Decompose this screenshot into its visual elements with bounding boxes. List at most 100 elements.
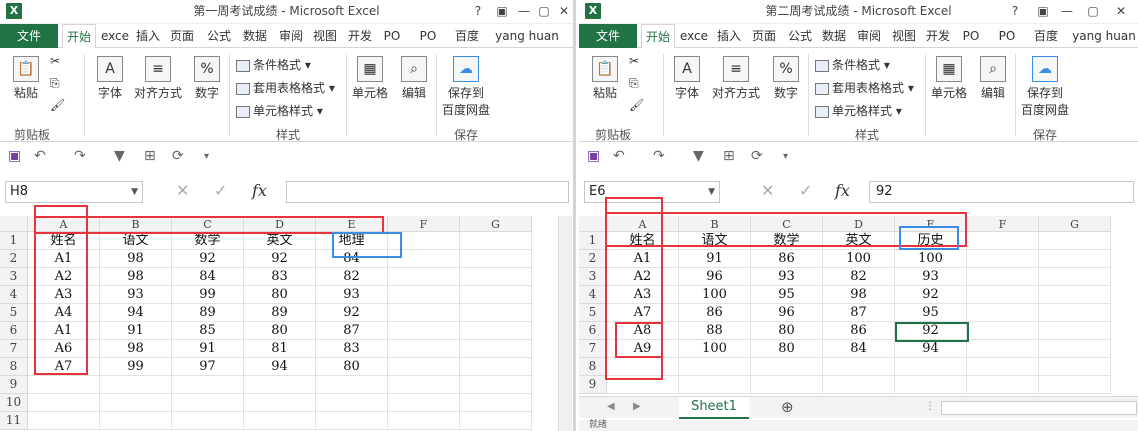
table-cell[interactable] [388,322,460,340]
conditional-format-button[interactable]: 条件格式 ▾ [236,56,311,73]
table-cell[interactable] [1039,232,1111,250]
save-icon[interactable]: ▣ [587,148,600,164]
row-header[interactable]: 6 [0,322,28,340]
table-cell[interactable] [388,376,460,394]
prev-sheet-icon[interactable]: ◀ [607,401,615,412]
table-cell[interactable] [895,358,967,376]
table-cell[interactable]: 83 [316,340,388,358]
table-cell[interactable]: 88 [679,322,751,340]
table-cell[interactable]: 100 [823,250,895,268]
row-header[interactable]: 2 [0,250,28,268]
cells-button[interactable]: ▦ 单元格 [350,56,390,101]
cancel-icon[interactable]: ✕ [176,181,189,203]
table-cell[interactable]: 93 [100,286,172,304]
cut-icon[interactable]: ✂ [50,54,60,68]
tab-data[interactable]: 数据 [819,24,849,48]
table-cell[interactable] [388,412,460,430]
minimize-button[interactable]: — [1055,0,1079,24]
table-cell[interactable]: 91 [172,340,244,358]
table-cell[interactable]: 98 [100,250,172,268]
table-cell[interactable]: 82 [823,268,895,286]
formula-input[interactable]: 92 [869,181,1134,203]
table-cell[interactable]: 86 [823,322,895,340]
table-cell[interactable] [316,412,388,430]
table-format-button[interactable]: 套用表格格式 ▾ [815,79,914,96]
table-cell[interactable]: 95 [895,304,967,322]
format-painter-icon[interactable]: 🖌 [50,98,65,112]
tab-file[interactable]: 文件 [0,24,58,48]
tab-developer[interactable]: 开发 [923,24,953,48]
ribbon-display-button[interactable]: ▣ [490,0,514,24]
table-cell[interactable]: 83 [244,268,316,286]
paste-button[interactable]: 📋 粘贴 [6,56,46,101]
row-header[interactable]: 2 [579,250,607,268]
row-header[interactable]: 3 [579,268,607,286]
table-cell[interactable]: 98 [823,286,895,304]
tab-review[interactable]: 审阅 [854,24,884,48]
table-cell[interactable] [244,376,316,394]
table-cell[interactable]: 92 [316,304,388,322]
redo-icon[interactable]: ↷ [74,148,86,164]
function-icon[interactable]: fx [835,181,850,203]
row-header[interactable]: 5 [0,304,28,322]
maximize-button[interactable]: ▢ [1081,0,1105,24]
table-cell[interactable]: 98 [100,340,172,358]
tab-review[interactable]: 审阅 [276,24,306,48]
table-cell[interactable] [1039,376,1111,394]
tab-po-1[interactable]: PO [380,24,404,48]
table-cell[interactable]: 96 [751,304,823,322]
row-header[interactable]: 4 [579,286,607,304]
table-cell[interactable] [751,358,823,376]
table-cell[interactable]: 93 [751,268,823,286]
tab-baidu[interactable]: 百度 [1031,24,1061,48]
table-cell[interactable] [460,412,532,430]
table-cell[interactable] [460,376,532,394]
confirm-icon[interactable]: ✓ [214,181,227,203]
tab-po-2[interactable]: PO [995,24,1019,48]
table-cell[interactable]: 86 [679,304,751,322]
row-header[interactable]: 6 [579,322,607,340]
table-cell[interactable] [967,340,1039,358]
table-cell[interactable]: 英文 [244,232,316,250]
table-cell[interactable]: 81 [244,340,316,358]
save-to-baidu-button[interactable]: ☁ 保存到 百度网盘 [1019,56,1071,118]
copy-icon[interactable]: ⎘ [629,76,639,91]
redo-icon[interactable]: ↷ [653,148,665,164]
pivot-icon[interactable]: ⊞ [723,148,735,164]
row-header[interactable]: 4 [0,286,28,304]
formula-input[interactable] [286,181,569,203]
cell-style-button[interactable]: 单元格样式 ▾ [815,102,902,119]
tab-formulas[interactable]: 公式 [204,24,234,48]
table-cell[interactable]: 94 [244,358,316,376]
table-cell[interactable] [1039,268,1111,286]
table-format-button[interactable]: 套用表格格式 ▾ [236,79,335,96]
table-cell[interactable]: 89 [244,304,316,322]
pivot-icon[interactable]: ⊞ [144,148,156,164]
table-cell[interactable]: 92 [244,250,316,268]
table-cell[interactable]: 94 [100,304,172,322]
alignment-button[interactable]: ≡ 对齐方式 [709,56,763,101]
tab-po-1[interactable]: PO [959,24,983,48]
row-header[interactable]: 11 [0,412,28,430]
font-button[interactable]: A 字体 [667,56,707,101]
font-button[interactable]: A 字体 [90,56,130,101]
table-cell[interactable]: 87 [823,304,895,322]
table-cell[interactable]: 80 [244,322,316,340]
table-cell[interactable] [388,358,460,376]
tab-insert[interactable]: 插入 [714,24,744,48]
tab-view[interactable]: 视图 [889,24,919,48]
cell-style-button[interactable]: 单元格样式 ▾ [236,102,323,119]
table-cell[interactable]: 84 [823,340,895,358]
table-cell[interactable] [316,394,388,412]
table-cell[interactable]: 91 [100,322,172,340]
table-cell[interactable] [967,376,1039,394]
table-cell[interactable]: 89 [172,304,244,322]
add-sheet-icon[interactable]: ⊕ [781,398,794,416]
user-account[interactable]: yang huan [492,24,562,48]
table-cell[interactable]: 84 [172,268,244,286]
table-cell[interactable] [1039,250,1111,268]
tab-po-2[interactable]: PO [416,24,440,48]
table-cell[interactable] [967,358,1039,376]
table-cell[interactable]: 语文 [100,232,172,250]
table-cell[interactable] [751,376,823,394]
